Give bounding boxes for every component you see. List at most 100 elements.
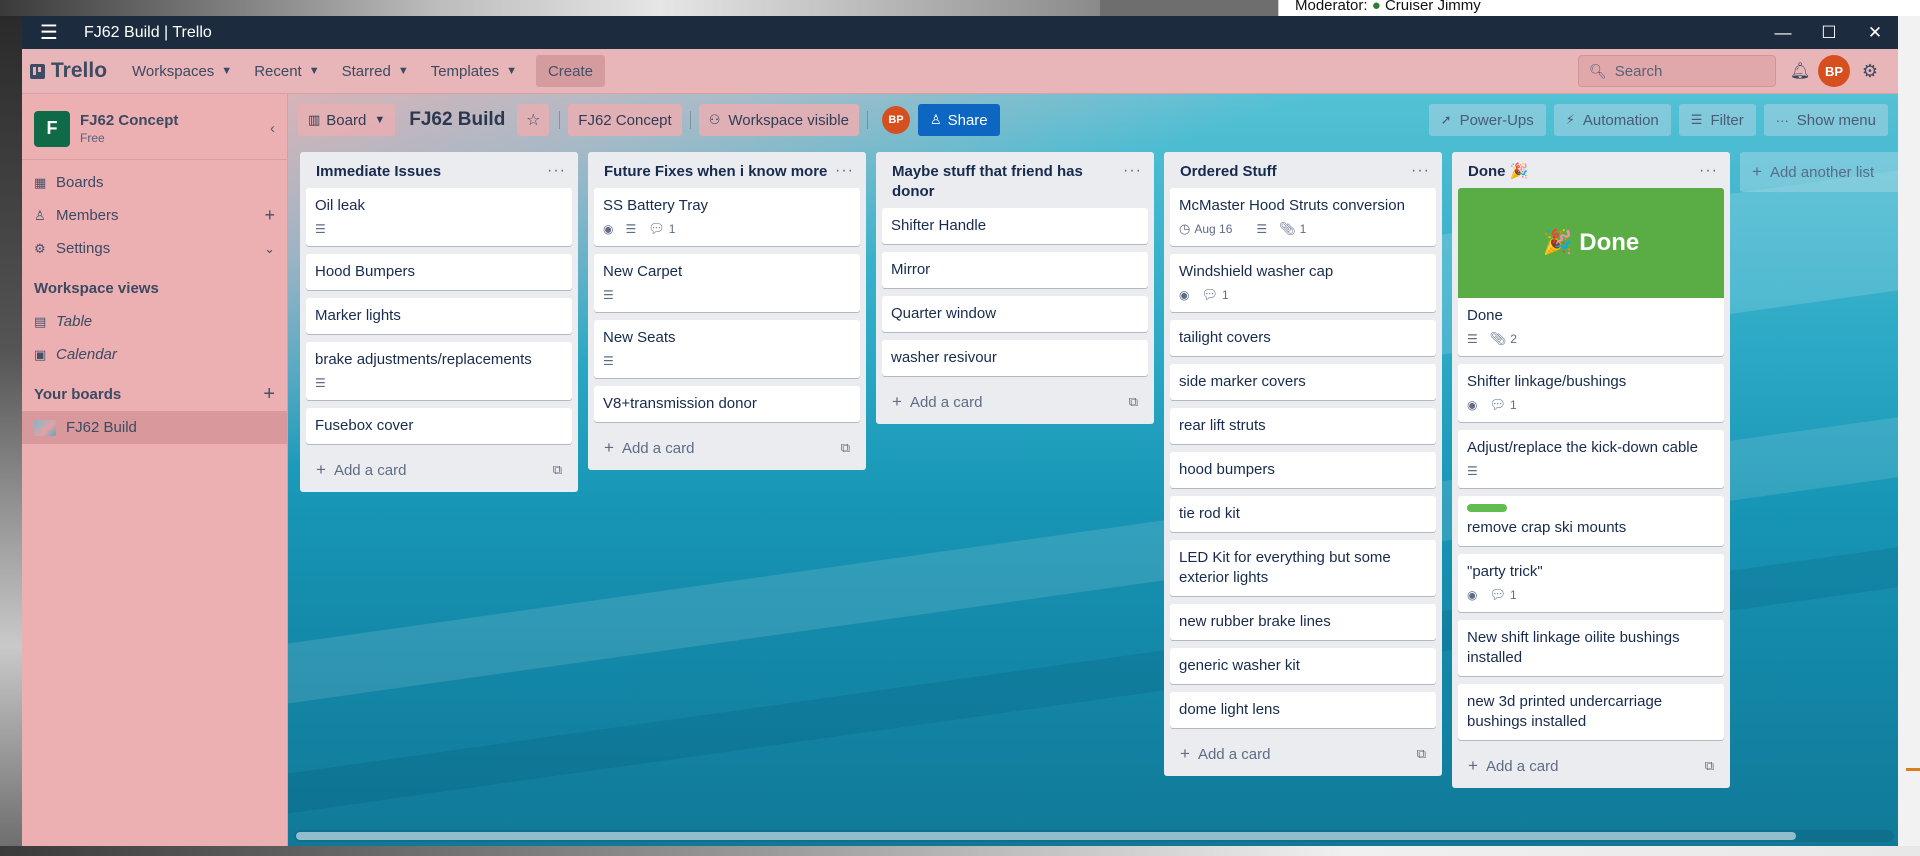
list-menu-icon[interactable]: ··· bbox=[1123, 162, 1142, 180]
horizontal-scrollbar[interactable] bbox=[294, 830, 1894, 842]
create-button[interactable]: Create bbox=[535, 55, 605, 87]
account-avatar[interactable]: BP bbox=[1818, 55, 1850, 87]
sidebar-item-members[interactable]: ♙ Members + bbox=[22, 199, 287, 232]
watch-eye-icon: ◉ bbox=[1179, 288, 1190, 302]
starred-menu[interactable]: Starred ▼ bbox=[331, 55, 420, 87]
sidebar-item-calendar[interactable]: ▣ Calendar bbox=[22, 338, 287, 371]
maximize-icon[interactable]: ☐ bbox=[1806, 16, 1852, 49]
card[interactable]: Shifter linkage/bushings ◉ 💬︎ 1 bbox=[1458, 364, 1724, 422]
list-menu-icon[interactable]: ··· bbox=[835, 162, 854, 180]
minimize-icon[interactable]: — bbox=[1760, 16, 1806, 49]
card[interactable]: Hood Bumpers bbox=[306, 254, 572, 290]
card[interactable]: generic washer kit bbox=[1170, 648, 1436, 684]
add-card-button[interactable]: + Add a card ⧉ bbox=[1458, 748, 1724, 784]
card[interactable]: New Seats ☰ bbox=[594, 320, 860, 378]
list-title[interactable]: Immediate Issues bbox=[316, 162, 547, 182]
description-icon: ☰ bbox=[1467, 332, 1478, 346]
workspace-plan: Free bbox=[80, 131, 105, 145]
card-template-icon[interactable]: ⧉ bbox=[1705, 758, 1714, 774]
card[interactable]: remove crap ski mounts bbox=[1458, 496, 1724, 546]
card[interactable]: "party trick" ◉ 💬︎ 1 bbox=[1458, 554, 1724, 612]
member-avatar[interactable]: BP bbox=[881, 106, 910, 134]
show-menu-button[interactable]: ··· Show menu bbox=[1763, 104, 1888, 136]
card[interactable]: Windshield washer cap ◉ 💬︎ 1 bbox=[1170, 254, 1436, 312]
collapse-sidebar-icon[interactable]: ‹ bbox=[270, 120, 275, 137]
templates-menu[interactable]: Templates ▼ bbox=[420, 55, 528, 87]
power-ups-button[interactable]: ➚ Power-Ups bbox=[1428, 104, 1546, 136]
add-member-icon[interactable]: + bbox=[264, 205, 275, 226]
card[interactable]: 🎉 Done Done ☰ 📎︎ 2 bbox=[1458, 188, 1724, 356]
clock-icon: ◷ bbox=[1179, 221, 1191, 236]
card[interactable]: V8+transmission donor bbox=[594, 386, 860, 422]
list-menu-icon[interactable]: ··· bbox=[1699, 162, 1718, 180]
add-another-list-button[interactable]: + Add another list bbox=[1740, 152, 1898, 192]
automation-button[interactable]: ⚡︎ Automation bbox=[1553, 104, 1671, 136]
card[interactable]: Fusebox cover bbox=[306, 408, 572, 444]
workspace-button[interactable]: FJ62 Concept bbox=[568, 104, 682, 136]
list-title[interactable]: Ordered Stuff bbox=[1180, 162, 1411, 182]
add-card-button[interactable]: + Add a card ⧉ bbox=[306, 452, 572, 488]
scrollbar-thumb[interactable] bbox=[296, 832, 1796, 840]
list-title[interactable]: Future Fixes when i know more bbox=[604, 162, 835, 182]
card[interactable]: Oil leak ☰ bbox=[306, 188, 572, 246]
filter-button[interactable]: ☰ Filter bbox=[1678, 104, 1756, 136]
share-button[interactable]: ♙ Share bbox=[917, 104, 1000, 136]
card[interactable]: new 3d printed undercarriage bushings in… bbox=[1458, 684, 1724, 740]
card[interactable]: Marker lights bbox=[306, 298, 572, 334]
card-template-icon[interactable]: ⧉ bbox=[841, 440, 850, 456]
recent-menu[interactable]: Recent ▼ bbox=[243, 55, 330, 87]
gear-icon[interactable]: ⚙ bbox=[1850, 61, 1890, 82]
add-card-button[interactable]: + Add a card ⧉ bbox=[594, 430, 860, 466]
sidebar-item-table[interactable]: ▤ Table bbox=[22, 305, 287, 338]
search-input[interactable]: 🔍︎ Search bbox=[1578, 55, 1776, 87]
add-board-icon[interactable]: + bbox=[263, 383, 275, 406]
add-card-button[interactable]: + Add a card ⧉ bbox=[882, 384, 1148, 420]
app-menu-icon[interactable]: ☰ bbox=[22, 16, 76, 49]
card[interactable]: New shift linkage oilite bushings instal… bbox=[1458, 620, 1724, 676]
star-icon[interactable]: ☆ bbox=[517, 104, 550, 136]
card-template-icon[interactable]: ⧉ bbox=[1129, 394, 1138, 410]
card[interactable]: New Carpet ☰ bbox=[594, 254, 860, 312]
close-icon[interactable]: ✕ bbox=[1852, 16, 1898, 49]
card-template-icon[interactable]: ⧉ bbox=[1417, 746, 1426, 762]
list-title[interactable]: Maybe stuff that friend has donor bbox=[892, 162, 1123, 202]
workspace-name[interactable]: FJ62 Concept bbox=[80, 112, 178, 129]
card[interactable]: washer resivour bbox=[882, 340, 1148, 376]
card[interactable]: Quarter window bbox=[882, 296, 1148, 332]
sidebar-board-fj62-build[interactable]: FJ62 Build bbox=[22, 411, 287, 444]
card[interactable]: rear lift struts bbox=[1170, 408, 1436, 444]
sidebar-item-settings[interactable]: ⚙ Settings ⌄ bbox=[22, 232, 287, 265]
card[interactable]: brake adjustments/replacements ☰ bbox=[306, 342, 572, 400]
sidebar-item-boards[interactable]: ▦ Boards bbox=[22, 166, 287, 199]
workspace-logo: F bbox=[34, 110, 70, 147]
attachment-icon: 📎︎ bbox=[1489, 331, 1507, 346]
add-card-button[interactable]: + Add a card ⧉ bbox=[1170, 736, 1436, 772]
card[interactable]: SS Battery Tray ◉ ☰ 💬︎ 1 bbox=[594, 188, 860, 246]
workspaces-menu[interactable]: Workspaces ▼ bbox=[121, 55, 243, 87]
card[interactable]: LED Kit for everything but some exterior… bbox=[1170, 540, 1436, 596]
card[interactable]: tie rod kit bbox=[1170, 496, 1436, 532]
card[interactable]: hood bumpers bbox=[1170, 452, 1436, 488]
board-view-switcher[interactable]: ▥ Board ▼ bbox=[298, 104, 396, 136]
notifications-bell-icon[interactable]: 🔔︎ bbox=[1782, 61, 1818, 81]
card[interactable]: side marker covers bbox=[1170, 364, 1436, 400]
trello-logo[interactable]: Trello bbox=[30, 59, 107, 83]
board-canvas: ▥ Board ▼ FJ62 Build ☆ FJ62 Concept ⚇ Wo… bbox=[288, 94, 1898, 846]
card[interactable]: dome light lens bbox=[1170, 692, 1436, 728]
board-title[interactable]: FJ62 Build bbox=[409, 109, 505, 131]
card[interactable]: tailight covers bbox=[1170, 320, 1436, 356]
chevron-down-icon[interactable]: ⌄ bbox=[264, 241, 275, 257]
card[interactable]: new rubber brake lines bbox=[1170, 604, 1436, 640]
card-template-icon[interactable]: ⧉ bbox=[553, 462, 562, 478]
card-label-green[interactable] bbox=[1467, 504, 1507, 512]
list-menu-icon[interactable]: ··· bbox=[547, 162, 566, 180]
comment-icon: 💬︎ bbox=[648, 221, 665, 236]
visibility-button[interactable]: ⚇ Workspace visible bbox=[698, 104, 859, 136]
plus-icon: + bbox=[892, 392, 902, 411]
list-menu-icon[interactable]: ··· bbox=[1411, 162, 1430, 180]
card[interactable]: Adjust/replace the kick-down cable ☰ bbox=[1458, 430, 1724, 488]
card[interactable]: Shifter Handle bbox=[882, 208, 1148, 244]
card[interactable]: Mirror bbox=[882, 252, 1148, 288]
card[interactable]: McMaster Hood Struts conversion ◷ Aug 16 ☰ 📎… bbox=[1170, 188, 1436, 246]
list-title[interactable]: Done 🎉 bbox=[1468, 162, 1699, 182]
